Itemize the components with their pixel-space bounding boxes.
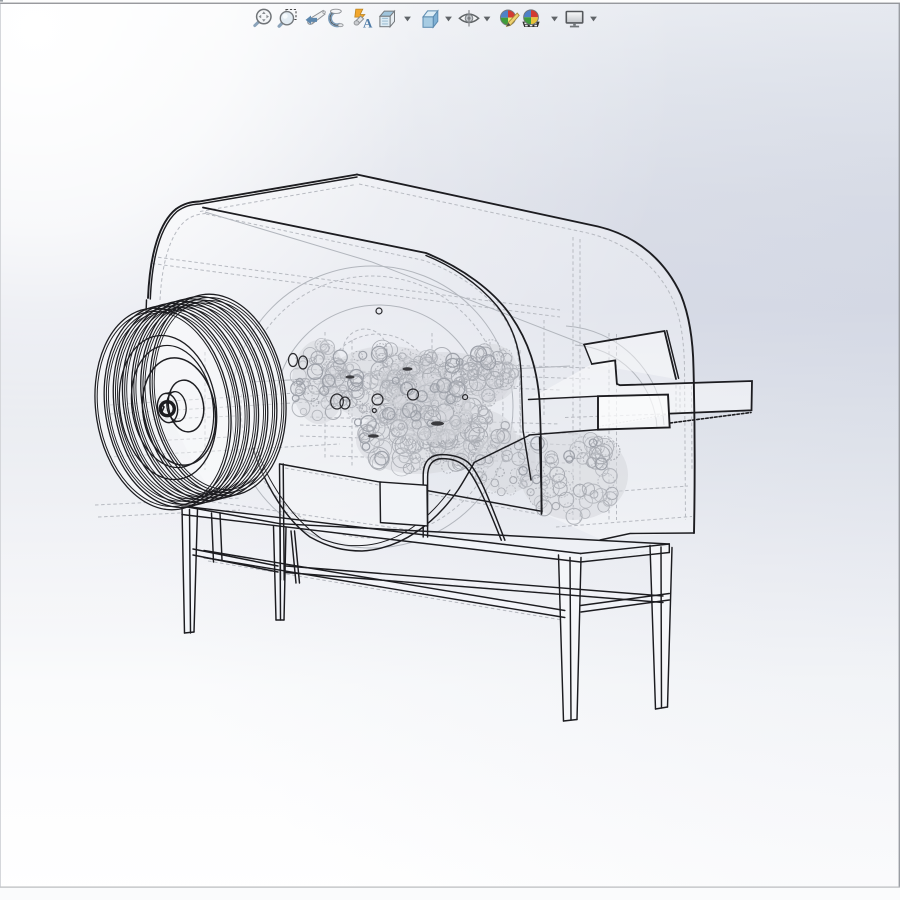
svg-text:A: A: [363, 16, 373, 31]
